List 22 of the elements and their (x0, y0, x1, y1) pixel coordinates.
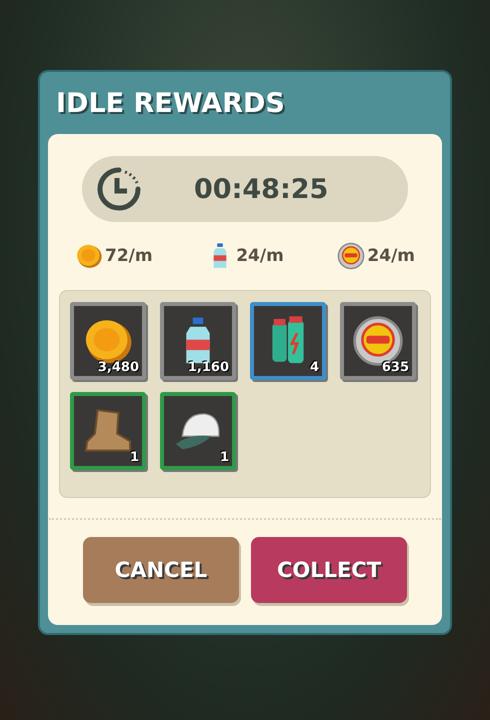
exp-token-icon (337, 242, 366, 270)
item-count: 1,160 (188, 360, 229, 375)
rate-text: 24/m (236, 246, 284, 266)
collect-button[interactable]: COLLECT (251, 537, 407, 603)
clock-icon (96, 166, 142, 212)
timer-text: 00:48:25 (194, 174, 328, 204)
item-slot[interactable]: 3,480 (70, 302, 146, 380)
dialog-title: IDLE REWARDS (55, 86, 286, 120)
item-slot[interactable]: 1,160 (160, 302, 236, 380)
item-count: 4 (310, 360, 319, 375)
rate-text: 72/m (105, 246, 153, 266)
cancel-button[interactable]: CANCEL (83, 537, 239, 603)
item-count: 3,480 (98, 360, 139, 375)
item-slot[interactable]: 1 (70, 392, 146, 470)
coin-icon (75, 242, 103, 270)
item-slot[interactable]: 4 (250, 302, 326, 380)
item-slot[interactable]: 1 (160, 392, 236, 470)
item-count: 635 (382, 360, 409, 375)
item-count: 1 (130, 450, 139, 465)
item-count: 1 (220, 450, 229, 465)
item-slot[interactable]: 635 (340, 302, 416, 380)
rate-text: 24/m (367, 246, 415, 266)
